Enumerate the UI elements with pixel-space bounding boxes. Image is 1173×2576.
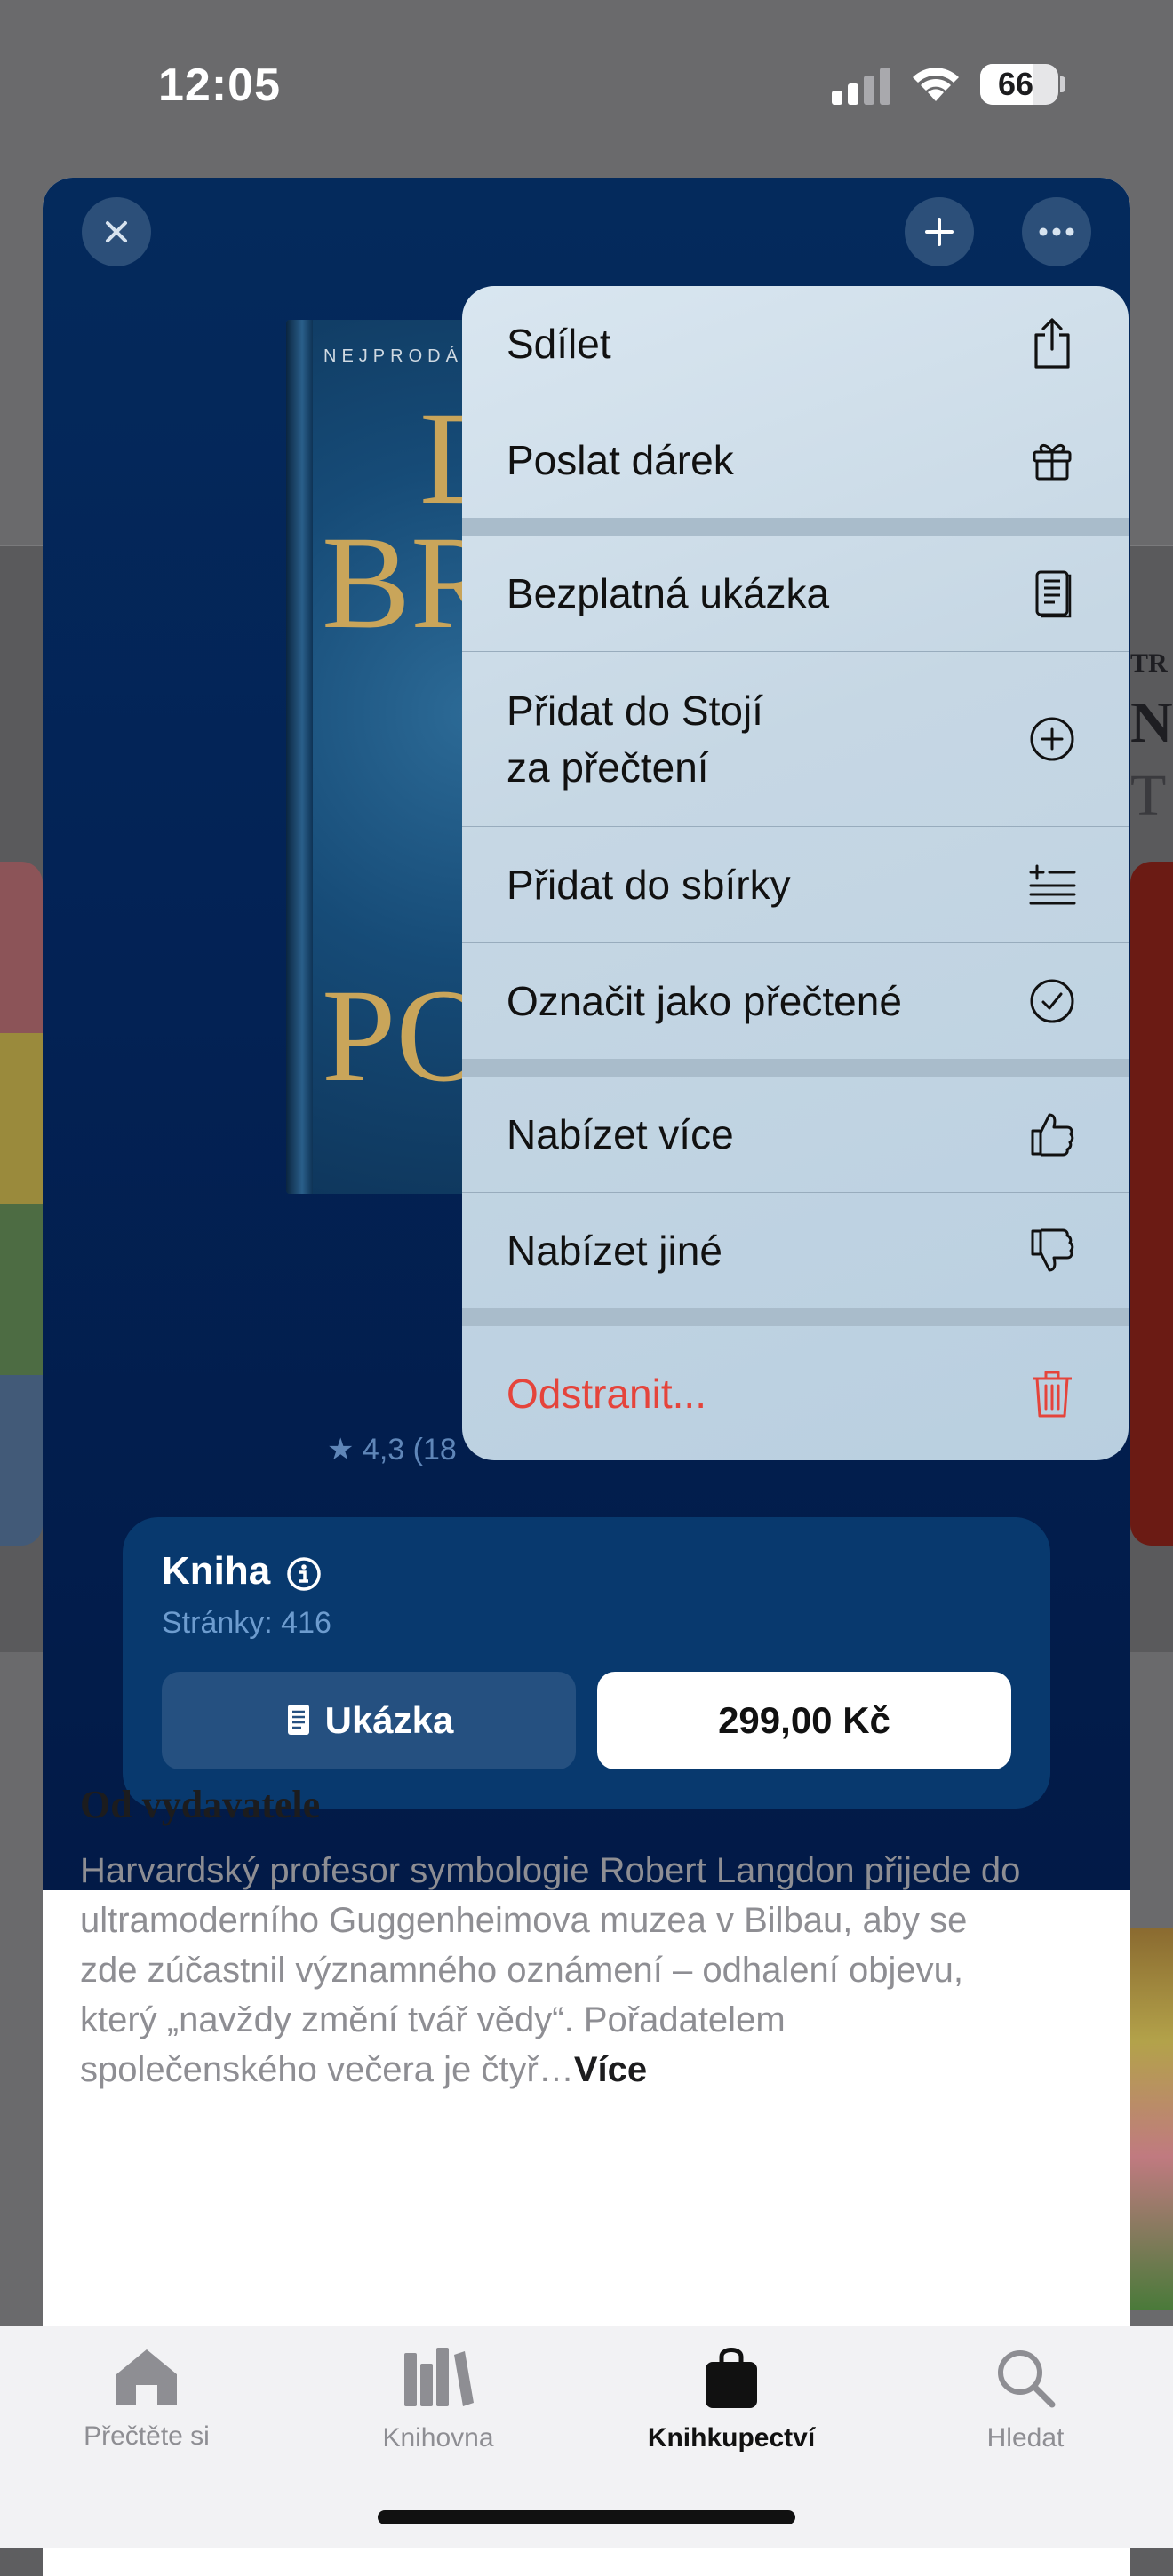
menu-item-send-gift[interactable]: Poslat dárek	[462, 402, 1129, 518]
menu-item-label: Poslat dárek	[507, 437, 734, 483]
background-text: TR	[1130, 648, 1168, 678]
close-icon	[106, 221, 127, 242]
menu-item-share[interactable]: Sdílet	[462, 286, 1129, 402]
more-button[interactable]	[1022, 197, 1091, 266]
menu-item-label: Přidat do sbírky	[507, 862, 791, 908]
wifi-icon	[913, 68, 959, 101]
tab-library[interactable]: Knihovna	[305, 2346, 571, 2453]
menu-item-label: Přidat do Stojí	[507, 688, 763, 734]
cellular-signal-icon	[832, 66, 892, 105]
menu-item-free-sample[interactable]: Bezplatná ukázka	[462, 536, 1129, 651]
context-menu: Sdílet Poslat dárek Bezplatná ukázka Při…	[462, 286, 1129, 1460]
publisher-description-text: Harvardský profesor symbologie Robert La…	[80, 1851, 1021, 2089]
format-title: Kniha	[162, 1549, 271, 1593]
tab-label: Knihkupectví	[647, 2423, 816, 2453]
publisher-section-title: Od vydavatele	[80, 1783, 321, 1826]
add-list-icon	[1029, 864, 1076, 905]
sample-button-label: Ukázka	[324, 1699, 454, 1741]
close-button[interactable]	[82, 197, 151, 266]
sample-button[interactable]: Ukázka	[162, 1672, 576, 1769]
add-button[interactable]	[905, 197, 974, 266]
menu-item-label: Odstranit...	[507, 1370, 706, 1417]
more-link[interactable]: Více	[574, 2050, 647, 2089]
battery-nub	[1060, 76, 1065, 92]
checkmark-circle-icon	[1030, 979, 1074, 1023]
tab-label: Knihovna	[382, 2423, 494, 2453]
background-card-right	[1130, 862, 1173, 1546]
home-icon	[116, 2349, 177, 2405]
menu-item-label: Sdílet	[507, 321, 611, 367]
info-icon[interactable]	[286, 1556, 322, 1592]
tab-search[interactable]: Hledat	[892, 2346, 1159, 2453]
book-icon	[287, 1705, 309, 1735]
plus-icon	[925, 218, 954, 246]
menu-item-label: Nabízet jiné	[507, 1228, 722, 1274]
tab-read-now[interactable]: Přečtěte si	[13, 2346, 280, 2452]
background-card-left	[0, 862, 43, 1546]
background-text: T	[1130, 763, 1167, 828]
background-text: N	[1130, 690, 1173, 755]
share-icon	[1034, 318, 1070, 369]
sample-book-icon	[1035, 570, 1072, 618]
publisher-description: Harvardský profesor symbologie Robert La…	[80, 1846, 1022, 2095]
menu-item-label: Nabízet více	[507, 1111, 734, 1157]
battery-level: 66	[997, 66, 1034, 102]
menu-item-suggest-more[interactable]: Nabízet více	[462, 1077, 1129, 1192]
book-cover-text: NEJPRODÁ	[323, 346, 463, 366]
buy-card: Kniha Stránky: 416 Ukázka 299,00 Kč	[123, 1517, 1050, 1809]
menu-item-label: Bezplatná ukázka	[507, 570, 830, 616]
menu-item-label: za přečtení	[507, 744, 709, 791]
menu-item-mark-as-read[interactable]: Označit jako přečtené	[462, 943, 1129, 1059]
ellipsis-icon	[1039, 227, 1074, 236]
library-icon	[404, 2348, 474, 2406]
menu-item-add-to-collection[interactable]: Přidat do sbírky	[462, 827, 1129, 942]
thumbs-down-icon	[1031, 1228, 1074, 1272]
battery-icon: 66	[980, 64, 1058, 105]
bag-icon	[706, 2348, 757, 2408]
background-image	[1129, 1928, 1173, 2310]
gift-icon	[1033, 444, 1072, 481]
menu-item-suggest-less[interactable]: Nabízet jiné	[462, 1193, 1129, 1308]
thumbs-up-icon	[1031, 1113, 1074, 1157]
price-label: 299,00 Kč	[718, 1699, 890, 1741]
menu-item-add-to-want-to-read[interactable]: Přidat do Stojí za přečtení	[462, 652, 1129, 826]
plus-circle-icon	[1030, 717, 1074, 761]
menu-item-remove[interactable]: Odstranit...	[462, 1326, 1129, 1460]
rating-text: ★ 4,3 (18	[327, 1433, 457, 1467]
menu-item-label: Označit jako přečtené	[507, 978, 902, 1024]
tab-label: Přečtěte si	[84, 2421, 210, 2451]
page-count: Stránky: 416	[162, 1606, 331, 1640]
status-time: 12:05	[158, 60, 281, 111]
buy-price-button[interactable]: 299,00 Kč	[597, 1672, 1011, 1769]
home-indicator	[378, 2510, 795, 2524]
tab-book-store[interactable]: Knihkupectví	[598, 2346, 865, 2453]
trash-icon	[1033, 1371, 1072, 1417]
tab-label: Hledat	[986, 2423, 1065, 2453]
search-icon	[998, 2350, 1056, 2408]
menu-item-label-wrap: Přidat do Stojí za přečtení	[507, 682, 763, 796]
book-spine	[286, 320, 313, 1194]
